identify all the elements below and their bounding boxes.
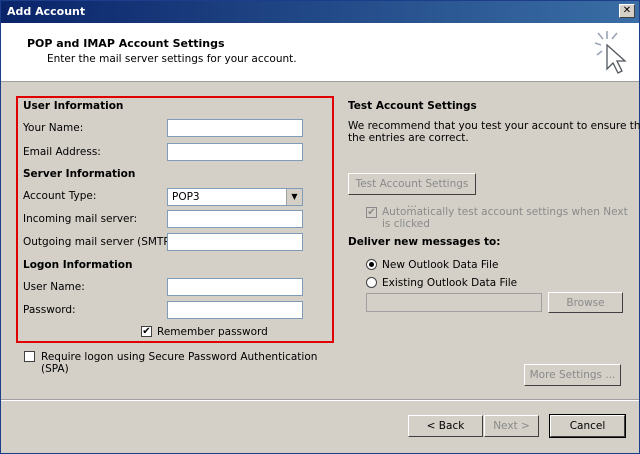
next-button[interactable]: Next >	[484, 415, 539, 437]
auto-test-label-line2: is clicked	[382, 218, 430, 230]
check-icon: ✔	[367, 207, 376, 218]
incoming-server-label: Incoming mail server:	[23, 213, 138, 225]
chevron-down-icon[interactable]: ▼	[286, 189, 302, 205]
deliver-heading: Deliver new messages to:	[348, 236, 501, 248]
new-data-file-radio[interactable]	[366, 259, 377, 270]
window-title: Add Account	[7, 5, 86, 18]
password-label: Password:	[23, 304, 76, 316]
footer-divider	[1, 399, 639, 401]
logon-info-heading: Logon Information	[23, 259, 133, 271]
existing-data-file-radio[interactable]	[366, 277, 377, 288]
test-desc-line1: We recommend that you test your account …	[348, 120, 640, 132]
close-icon: ✕	[622, 5, 632, 16]
more-settings-button[interactable]: More Settings ...	[524, 364, 621, 386]
existing-data-file-input[interactable]	[366, 293, 542, 312]
click-cursor-icon	[594, 31, 627, 74]
new-data-file-label: New Outlook Data File	[382, 259, 499, 271]
your-name-label: Your Name:	[23, 122, 84, 134]
account-type-label: Account Type:	[23, 190, 97, 202]
email-label: Email Address:	[23, 146, 101, 158]
test-settings-heading: Test Account Settings	[348, 100, 477, 112]
header-panel: POP and IMAP Account Settings Enter the …	[1, 23, 639, 82]
add-account-window: Add Account ✕ POP and IMAP Account Setti…	[0, 0, 640, 454]
account-type-value: POP3	[172, 191, 200, 203]
auto-test-label-line1: Automatically test account settings when…	[382, 206, 628, 218]
page-subtitle: Enter the mail server settings for your …	[47, 53, 297, 65]
remember-password-checkbox[interactable]: ✔	[141, 326, 152, 337]
browse-button[interactable]: Browse	[548, 292, 623, 313]
existing-data-file-label: Existing Outlook Data File	[382, 277, 518, 289]
close-button[interactable]: ✕	[619, 4, 635, 18]
outgoing-server-input[interactable]	[167, 233, 303, 251]
page-title: POP and IMAP Account Settings	[27, 37, 225, 50]
password-input[interactable]	[167, 301, 303, 319]
test-desc-line2: the entries are correct.	[348, 132, 469, 144]
auto-test-checkbox[interactable]: ✔	[366, 207, 377, 218]
your-name-input[interactable]	[167, 119, 303, 137]
outgoing-server-label: Outgoing mail server (SMTP):	[23, 236, 178, 248]
email-input[interactable]	[167, 143, 303, 161]
username-input[interactable]	[167, 278, 303, 296]
check-icon: ✔	[142, 326, 151, 337]
test-account-settings-button[interactable]: Test Account Settings ...	[348, 173, 476, 210]
remember-password-label: Remember password	[157, 326, 268, 338]
back-button[interactable]: < Back	[408, 415, 483, 437]
username-label: User Name:	[23, 281, 85, 293]
title-bar: Add Account ✕	[1, 1, 639, 23]
spa-label-line1: Require logon using Secure Password Auth…	[41, 351, 318, 363]
server-info-heading: Server Information	[23, 168, 136, 180]
account-type-select[interactable]: POP3 ▼	[167, 188, 303, 206]
cancel-button[interactable]: Cancel	[549, 414, 626, 438]
spa-checkbox[interactable]	[24, 351, 35, 362]
user-info-heading: User Information	[23, 100, 124, 112]
spa-label-line2: (SPA)	[41, 363, 69, 375]
incoming-server-input[interactable]	[167, 210, 303, 228]
